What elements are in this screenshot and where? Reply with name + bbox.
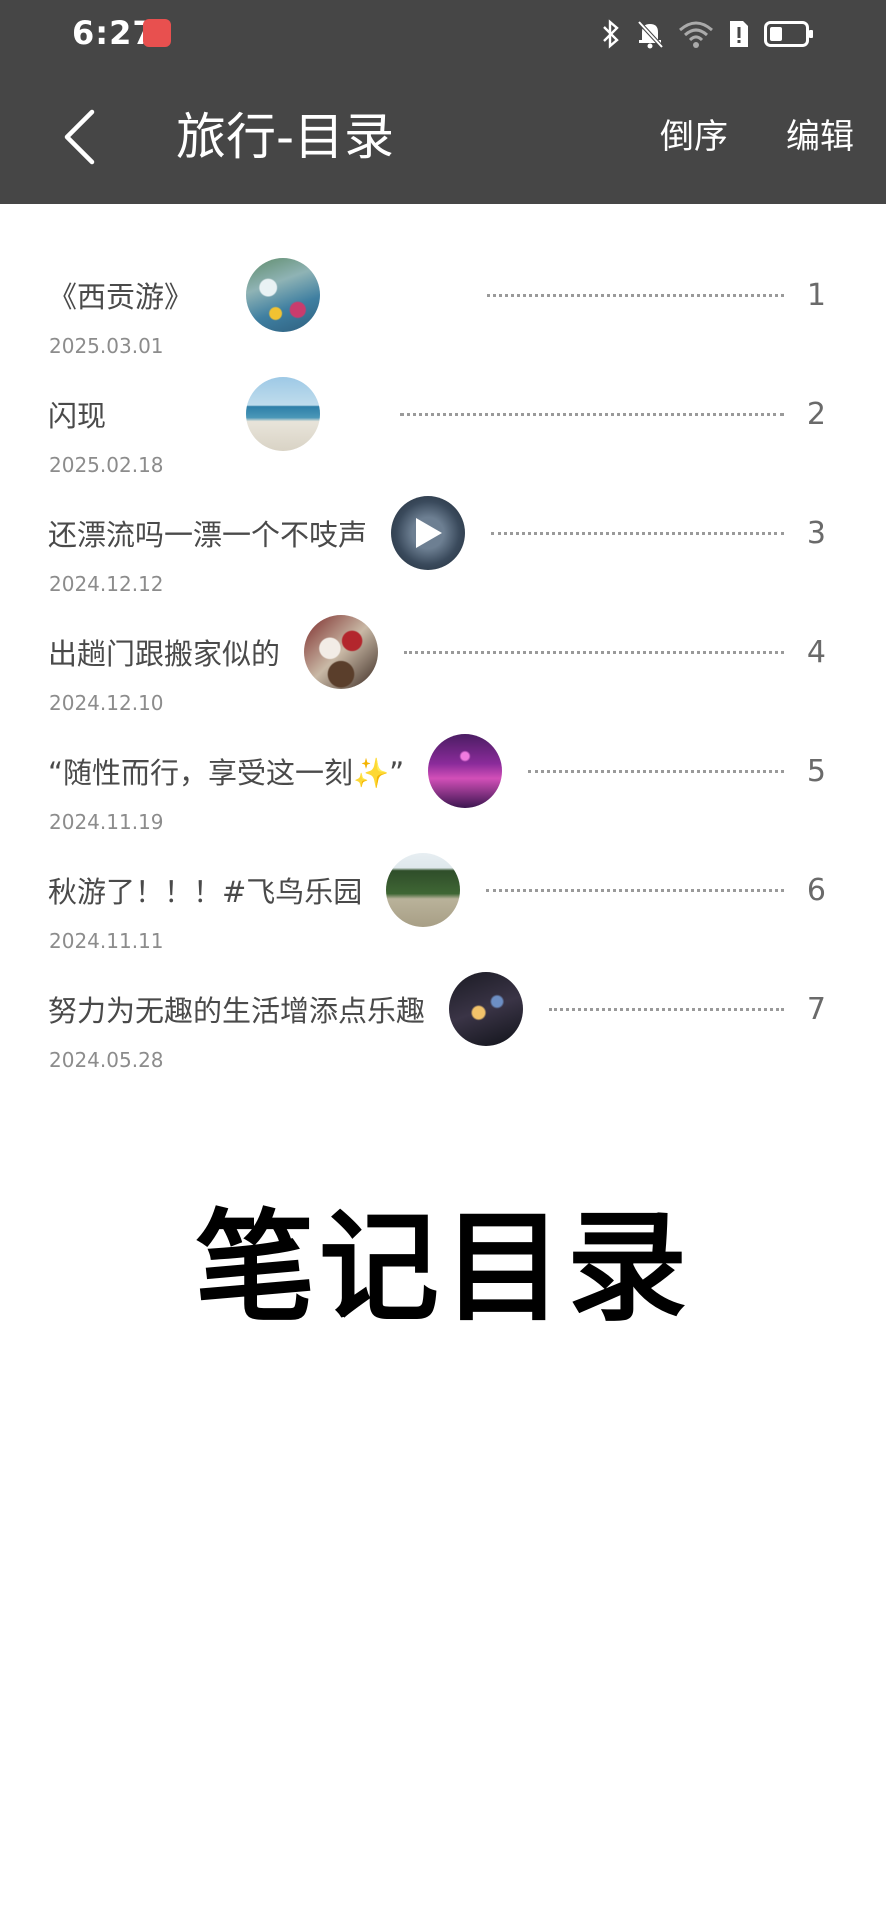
wifi-icon: [679, 21, 713, 48]
thumbnail-video: [391, 496, 466, 570]
battery-icon: [764, 21, 813, 47]
toc-item-title: 努力为无趣的生活增添点乐趣: [48, 994, 426, 1028]
toc-item-row: 努力为无趣的生活增添点乐趣 7: [48, 972, 826, 1046]
edit-button[interactable]: 编辑: [786, 100, 854, 174]
toc-item-title: 闪现: [48, 399, 107, 433]
toc-item-row: 《西贡游》 1: [48, 258, 826, 332]
leader-dots: [491, 531, 784, 535]
toc-item-date: 2024.12.10: [49, 691, 164, 715]
toc-item[interactable]: 《西贡游》 1 2025.03.01: [0, 238, 886, 358]
thumbnail-water-park: [246, 258, 320, 332]
toc-item[interactable]: “随性而行，享受这一刻✨” 5 2024.11.19: [0, 714, 886, 834]
sim-alert-icon: [730, 21, 748, 47]
app-bar: 旅行-目录 倒序 编辑: [0, 70, 886, 204]
bell-muted-icon: [637, 20, 664, 49]
toc-item-title: 秋游了！！！#飞鸟乐园: [48, 875, 363, 909]
toc-item-number: 2: [806, 396, 826, 432]
toc-item-number: 1: [806, 277, 826, 313]
toc-item-row: 闪现 2: [48, 377, 826, 451]
toc-item-title: “随性而行，享受这一刻✨”: [48, 756, 405, 790]
bluetooth-icon: [603, 19, 619, 49]
leader-dots: [486, 888, 784, 892]
leader-dots: [528, 769, 784, 773]
toc-item-number: 5: [806, 753, 826, 789]
chevron-left-icon: [64, 109, 95, 165]
toc-item[interactable]: 还漂流吗一漂一个不吱声 3 2024.12.12: [0, 476, 886, 596]
toc-item[interactable]: 秋游了！！！#飞鸟乐园 6 2024.11.11: [0, 833, 886, 953]
toc-item-date: 2025.02.18: [49, 453, 164, 477]
toc-item[interactable]: 努力为无趣的生活增添点乐趣 7 2024.05.28: [0, 952, 886, 1072]
toc-item[interactable]: 闪现 2 2025.02.18: [0, 357, 886, 477]
leader-dots: [487, 293, 784, 297]
status-icons: [600, 16, 814, 52]
toc-item-row: “随性而行，享受这一刻✨” 5: [48, 734, 826, 808]
thumbnail-bird-park: [386, 853, 461, 927]
toc-item-title: 《西贡游》: [48, 280, 194, 314]
thumbnail-night-street: [449, 972, 524, 1046]
toc-item-number: 6: [806, 872, 826, 908]
toc-item-date: 2025.03.01: [49, 334, 164, 358]
toc-item-number: 3: [806, 515, 826, 551]
toc-item-row: 秋游了！！！#飞鸟乐园 6: [48, 853, 826, 927]
back-button[interactable]: [44, 100, 114, 174]
toc-item-row: 还漂流吗一漂一个不吱声 3: [48, 496, 826, 570]
leader-dots: [549, 1007, 784, 1011]
toc-item-title: 还漂流吗一漂一个不吱声: [48, 518, 368, 552]
reverse-order-button[interactable]: 倒序: [660, 100, 728, 174]
toc-item-date: 2024.12.12: [49, 572, 164, 596]
toc-item-title: 出趟门跟搬家似的: [48, 637, 281, 671]
play-icon: [416, 518, 443, 548]
toc-item-date: 2024.11.19: [49, 810, 164, 834]
leader-dots: [404, 650, 784, 654]
toc-item-number: 7: [806, 991, 826, 1027]
app-notification-icon: [143, 19, 171, 47]
toc-item-number: 4: [806, 634, 826, 670]
notes-directory-heading: 笔记目录: [195, 1199, 691, 1338]
toc-item-row: 出趟门跟搬家似的 4: [48, 615, 826, 689]
status-bar: 6:27: [0, 0, 886, 70]
thumbnail-beach: [246, 377, 320, 451]
toc-list: 《西贡游》 1 2025.03.01 闪现 2 2025.02.18 还漂流吗一…: [0, 238, 886, 1072]
thumbnail-luggage: [304, 615, 379, 689]
toc-item-date: 2024.11.11: [49, 929, 164, 953]
page-title: 旅行-目录: [176, 108, 395, 166]
leader-dots: [400, 412, 784, 416]
toc-item-date: 2024.05.28: [49, 1048, 164, 1072]
toc-item[interactable]: 出趟门跟搬家似的 4 2024.12.10: [0, 595, 886, 715]
thumbnail-night-tower: [428, 734, 503, 808]
